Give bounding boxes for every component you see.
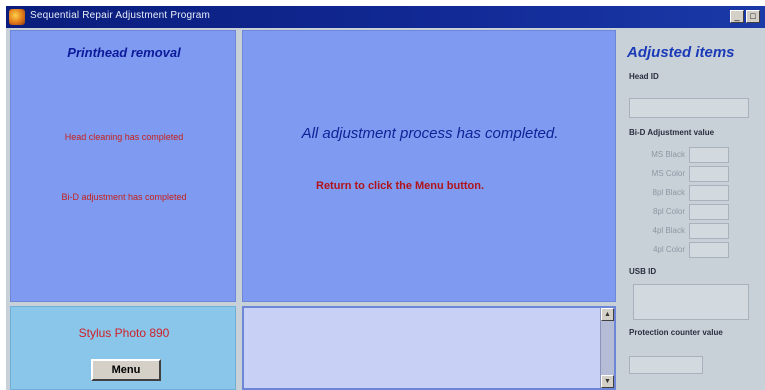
- bid-adjustment-label: Bi-D Adjustment value: [629, 128, 715, 137]
- 8pl-color-field[interactable]: [689, 204, 729, 220]
- menu-button[interactable]: Menu: [91, 359, 161, 381]
- completed-message: All adjustment process has completed.: [301, 125, 559, 142]
- title-bar: Sequential Repair Adjustment Program _ □: [6, 6, 765, 28]
- model-panel: Stylus Photo 890 Menu: [10, 306, 236, 390]
- message-panel: All adjustment process has completed. Re…: [242, 30, 616, 302]
- adjusted-items-title: Adjusted items: [627, 44, 735, 61]
- 4pl-color-label: 4pl Color: [652, 245, 685, 254]
- usb-id-label: USB ID: [629, 267, 657, 276]
- vertical-scrollbar[interactable]: ▲ ▼: [600, 308, 614, 388]
- log-text-area[interactable]: ▲ ▼: [242, 306, 616, 390]
- adjusted-items-panel: Adjusted items Head ID Bi-D Adjustment v…: [619, 30, 765, 390]
- app-icon: [9, 9, 25, 25]
- printer-model: Stylus Photo 890: [78, 326, 170, 340]
- maximize-button[interactable]: □: [746, 10, 760, 23]
- ms-color-label: MS Color: [651, 169, 685, 178]
- 8pl-color-label: 8pl Color: [652, 207, 685, 216]
- main-window: Sequential Repair Adjustment Program _ □…: [6, 6, 765, 390]
- head-cleaning-status: Head cleaning has completed: [64, 132, 184, 142]
- bid-adjustment-status: Bi-D adjustment has completed: [61, 192, 187, 202]
- ms-black-label: MS Black: [651, 150, 685, 159]
- protection-counter-field[interactable]: [629, 356, 703, 374]
- ms-color-field[interactable]: [689, 166, 729, 182]
- scroll-down-arrow-icon[interactable]: ▼: [601, 375, 614, 388]
- printhead-panel: Printhead removal Head cleaning has comp…: [10, 30, 236, 302]
- 4pl-black-label: 4pl Black: [652, 226, 685, 235]
- 4pl-color-field[interactable]: [689, 242, 729, 258]
- head-id-label: Head ID: [629, 72, 659, 81]
- protection-counter-label: Protection counter value: [629, 328, 723, 337]
- printhead-title: Printhead removal: [67, 45, 181, 60]
- return-instruction: Return to click the Menu button.: [316, 180, 485, 192]
- 8pl-black-field[interactable]: [689, 185, 729, 201]
- 8pl-black-label: 8pl Black: [652, 188, 685, 197]
- usb-id-field[interactable]: [633, 284, 749, 320]
- scroll-up-arrow-icon[interactable]: ▲: [601, 308, 614, 321]
- ms-black-field[interactable]: [689, 147, 729, 163]
- minimize-button[interactable]: _: [730, 10, 744, 23]
- 4pl-black-field[interactable]: [689, 223, 729, 239]
- head-id-field[interactable]: [629, 98, 749, 118]
- window-title: Sequential Repair Adjustment Program: [30, 10, 211, 21]
